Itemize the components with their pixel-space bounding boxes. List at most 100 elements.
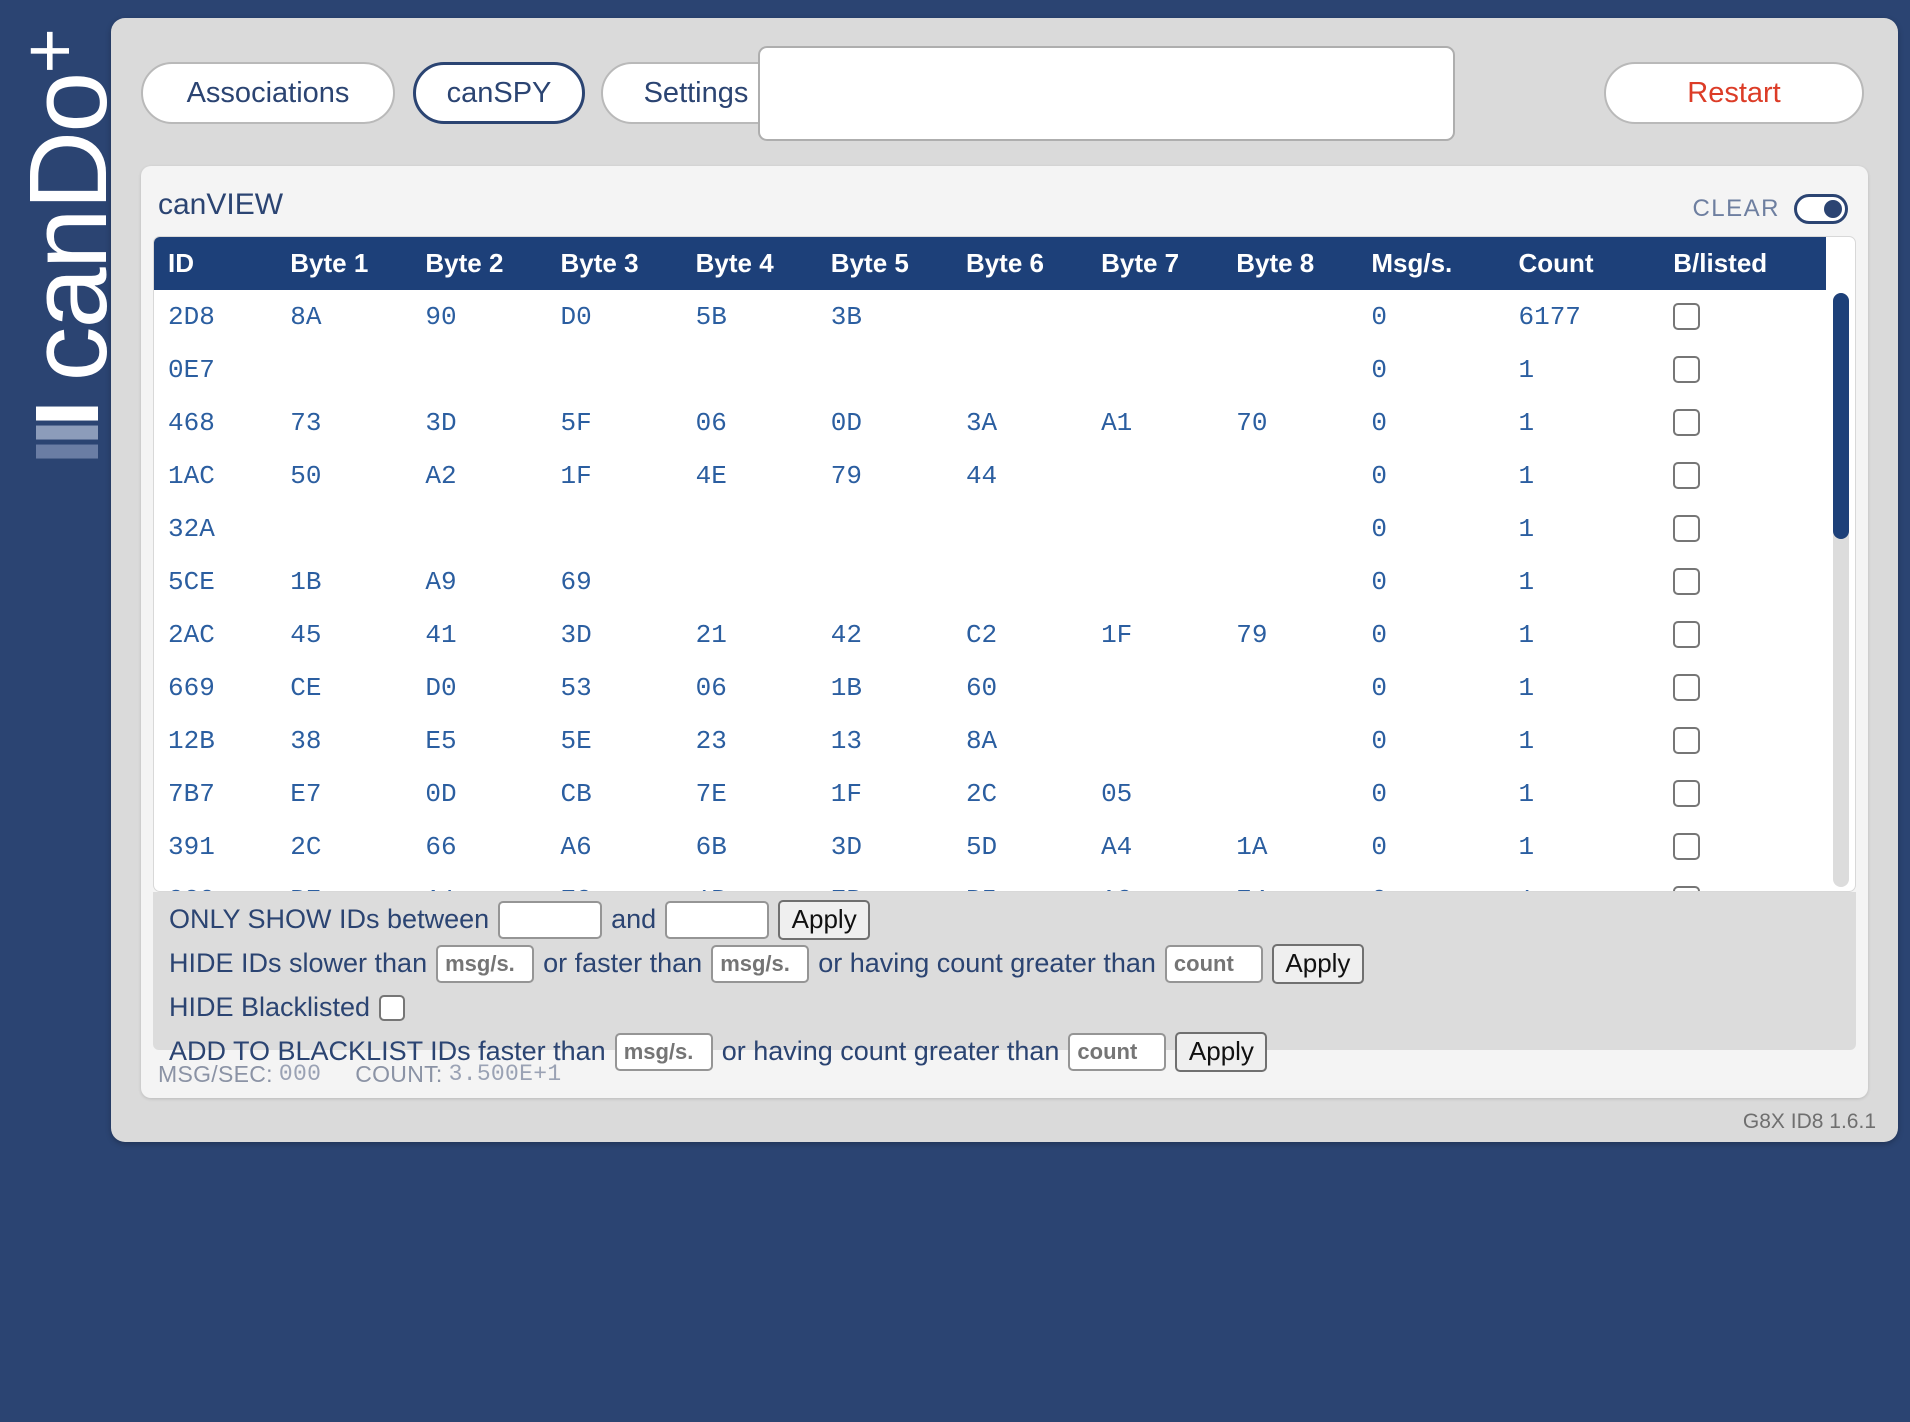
cell-byte-1: 45 xyxy=(290,608,425,661)
table-scrollbar-track[interactable] xyxy=(1833,293,1849,887)
tab-associations[interactable]: Associations xyxy=(141,62,395,124)
table-row[interactable]: 1AC50A21F4E794401 xyxy=(154,449,1826,502)
col-count[interactable]: Count xyxy=(1519,237,1674,290)
cell-id: 669 xyxy=(154,661,290,714)
col-byte-4[interactable]: Byte 4 xyxy=(696,237,831,290)
cell-byte-5: 42 xyxy=(831,608,966,661)
cell-byte-2 xyxy=(425,343,560,396)
cell-id: 2C0 xyxy=(154,873,290,892)
col-byte-5[interactable]: Byte 5 xyxy=(831,237,966,290)
filter-row-only-show: ONLY SHOW IDs between and Apply xyxy=(169,900,1840,939)
hide-ids-label-c: or having count greater than xyxy=(818,948,1156,979)
blacklist-checkbox[interactable] xyxy=(1673,409,1700,436)
cell-count: 1 xyxy=(1519,343,1674,396)
restart-button[interactable]: Restart xyxy=(1604,62,1864,124)
cell-byte-1: 73 xyxy=(290,396,425,449)
hide-blacklisted-checkbox[interactable] xyxy=(379,995,405,1021)
cell-byte-4: 4E xyxy=(696,449,831,502)
cell-byte-7 xyxy=(1101,343,1236,396)
col-byte-2[interactable]: Byte 2 xyxy=(425,237,560,290)
cell-id: 391 xyxy=(154,820,290,873)
cell-count: 1 xyxy=(1519,873,1674,892)
cell-byte-6: C2 xyxy=(966,608,1101,661)
cell-byte-8 xyxy=(1236,661,1371,714)
filter-row-hide-ids: HIDE IDs slower than or faster than or h… xyxy=(169,944,1840,983)
blacklist-checkbox[interactable] xyxy=(1673,515,1700,542)
col-byte-3[interactable]: Byte 3 xyxy=(561,237,696,290)
blacklist-checkbox[interactable] xyxy=(1673,303,1700,330)
col-msgs[interactable]: Msg/s. xyxy=(1371,237,1518,290)
cell-byte-5: 79 xyxy=(831,449,966,502)
cell-id: 7B7 xyxy=(154,767,290,820)
filter-row-hide-blacklisted: HIDE Blacklisted xyxy=(169,988,1840,1027)
cell-byte-4 xyxy=(696,502,831,555)
cell-byte-4: 06 xyxy=(696,661,831,714)
only-show-apply-button[interactable]: Apply xyxy=(778,900,870,940)
cell-count: 1 xyxy=(1519,608,1674,661)
cell-byte-8 xyxy=(1236,343,1371,396)
table-row[interactable]: 7B7E70DCB7E1F2C0501 xyxy=(154,767,1826,820)
cell-byte-3: 1F xyxy=(561,449,696,502)
cell-blisted xyxy=(1673,873,1826,892)
cell-byte-5: 3D xyxy=(831,820,966,873)
cell-byte-2 xyxy=(425,502,560,555)
table-row[interactable]: 32A01 xyxy=(154,502,1826,555)
hide-ids-apply-button[interactable]: Apply xyxy=(1272,944,1364,984)
table-row[interactable]: 0E701 xyxy=(154,343,1826,396)
only-show-to-input[interactable] xyxy=(665,901,769,939)
tab-canspy[interactable]: canSPY xyxy=(413,62,585,124)
cell-byte-5: 1B xyxy=(831,661,966,714)
count-value: 3.500E+1 xyxy=(449,1061,562,1087)
cell-byte-4: 6B xyxy=(696,820,831,873)
blacklist-checkbox[interactable] xyxy=(1673,568,1700,595)
cell-id: 1AC xyxy=(154,449,290,502)
blacklist-checkbox[interactable] xyxy=(1673,833,1700,860)
blacklist-checkbox[interactable] xyxy=(1673,780,1700,807)
clear-label: CLEAR xyxy=(1692,195,1780,223)
table-row[interactable]: 669CED053061B6001 xyxy=(154,661,1826,714)
col-byte-1[interactable]: Byte 1 xyxy=(290,237,425,290)
col-byte-6[interactable]: Byte 6 xyxy=(966,237,1101,290)
col-byte-8[interactable]: Byte 8 xyxy=(1236,237,1371,290)
cell-byte-3: 5F xyxy=(561,396,696,449)
cell-byte-5 xyxy=(831,555,966,608)
cell-byte-8: 74 xyxy=(1236,873,1371,892)
col-id[interactable]: ID xyxy=(154,237,290,290)
table-row[interactable]: 2C0B7A1E21BEBB5A27401 xyxy=(154,873,1826,892)
cell-byte-7 xyxy=(1101,502,1236,555)
table-row[interactable]: 12B38E55E23138A01 xyxy=(154,714,1826,767)
cell-byte-4: 1B xyxy=(696,873,831,892)
cell-count: 1 xyxy=(1519,661,1674,714)
table-row[interactable]: 3912C66A66B3D5DA41A01 xyxy=(154,820,1826,873)
table-row[interactable]: 468733D5F060D3AA17001 xyxy=(154,396,1826,449)
table-row[interactable]: 5CE1BA96901 xyxy=(154,555,1826,608)
cell-byte-2: D0 xyxy=(425,661,560,714)
clear-toggle-knob xyxy=(1824,200,1842,218)
cell-byte-4: 23 xyxy=(696,714,831,767)
blacklist-checkbox[interactable] xyxy=(1673,462,1700,489)
cell-byte-3: 5E xyxy=(561,714,696,767)
table-row[interactable]: 2AC45413D2142C21F7901 xyxy=(154,608,1826,661)
blacklist-checkbox[interactable] xyxy=(1673,727,1700,754)
cell-byte-2: 66 xyxy=(425,820,560,873)
cell-blisted xyxy=(1673,343,1826,396)
hide-ids-slower-input[interactable] xyxy=(436,945,534,983)
blacklist-checkbox[interactable] xyxy=(1673,356,1700,383)
col-blisted[interactable]: B/listed xyxy=(1673,237,1826,290)
blacklist-checkbox[interactable] xyxy=(1673,674,1700,701)
blacklist-checkbox[interactable] xyxy=(1673,621,1700,648)
col-byte-7[interactable]: Byte 7 xyxy=(1101,237,1236,290)
clear-toggle-switch[interactable] xyxy=(1794,194,1848,224)
cell-byte-6: 44 xyxy=(966,449,1101,502)
hide-ids-faster-input[interactable] xyxy=(711,945,809,983)
command-console-input[interactable] xyxy=(758,46,1455,141)
filter-controls: ONLY SHOW IDs between and Apply HIDE IDs… xyxy=(153,892,1856,1050)
cell-count: 1 xyxy=(1519,714,1674,767)
hide-ids-count-input[interactable] xyxy=(1165,945,1263,983)
cell-byte-7: A1 xyxy=(1101,396,1236,449)
table-scrollbar-thumb[interactable] xyxy=(1833,293,1849,539)
only-show-from-input[interactable] xyxy=(498,901,602,939)
table-row[interactable]: 2D88A90D05B3B06177 xyxy=(154,290,1826,343)
clear-toggle-group[interactable]: CLEAR xyxy=(1692,194,1848,224)
cell-blisted xyxy=(1673,767,1826,820)
